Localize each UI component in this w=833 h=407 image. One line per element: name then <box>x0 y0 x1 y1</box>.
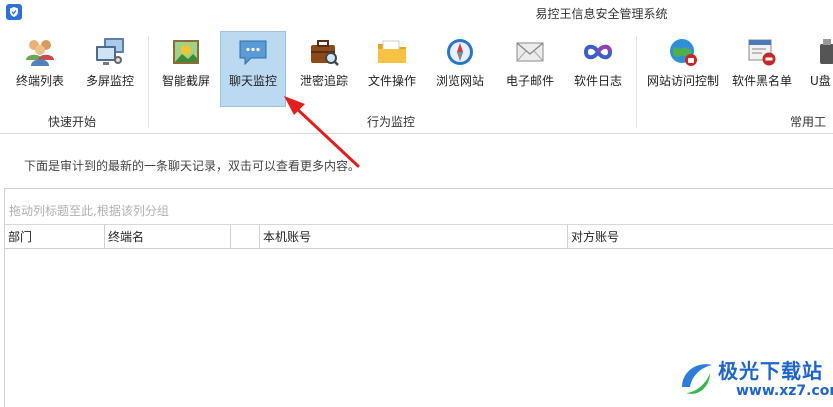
watermark: 极光下载站 www.xz7.com <box>676 355 833 403</box>
column-header-local-account[interactable]: 本机账号 <box>260 225 568 249</box>
grid-header-row: 部门 终端名 本机账号 对方账号 <box>5 225 833 249</box>
group-by-panel[interactable]: 拖动列标题至此,根据该列分组 <box>5 189 833 225</box>
column-header-peer-account[interactable]: 对方账号 <box>568 225 833 249</box>
column-header-terminal-name[interactable]: 终端名 <box>105 225 231 249</box>
column-header-blank[interactable] <box>231 225 260 249</box>
watermark-url: www.xz7.com <box>736 383 833 399</box>
group-by-placeholder: 拖动列标题至此,根据该列分组 <box>9 204 169 218</box>
hint-text: 下面是审计到的最新的一条聊天记录，双击可以查看更多内容。 <box>24 159 361 173</box>
watermark-brand: 极光下载站 <box>718 359 823 383</box>
column-header-department[interactable]: 部门 <box>5 225 105 249</box>
watermark-logo-icon <box>682 364 712 394</box>
